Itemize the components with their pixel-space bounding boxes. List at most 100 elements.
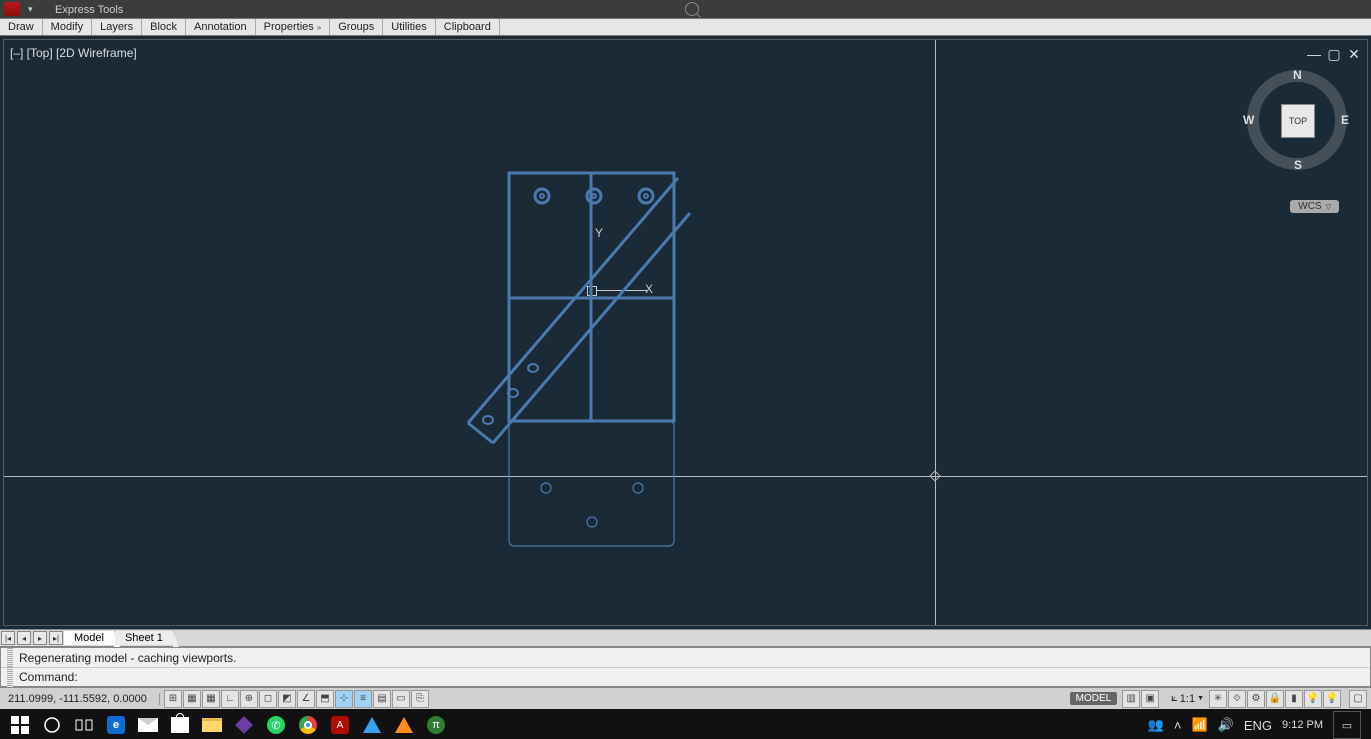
status-toggle-osnap[interactable]: ◻ bbox=[259, 690, 277, 708]
crosshair-vertical bbox=[935, 40, 936, 625]
close-icon[interactable]: ✕ bbox=[1347, 46, 1361, 63]
ribbon-panel-annotation[interactable]: Annotation bbox=[186, 19, 256, 35]
action-center-icon[interactable]: ▭ bbox=[1333, 711, 1361, 739]
layout-nav-next[interactable]: ▸ bbox=[33, 631, 47, 645]
hardware-accel-icon[interactable]: ▮ bbox=[1285, 690, 1303, 708]
taskbar-app-explorer[interactable] bbox=[196, 709, 228, 739]
ribbon-tab-bar: ▾ HomeInsertAnnotateParametricViewManage… bbox=[0, 0, 1371, 18]
toolbar-lock-icon[interactable]: 🔒 bbox=[1266, 690, 1284, 708]
viewcube-east[interactable]: E bbox=[1341, 113, 1349, 127]
status-toggle-polar[interactable]: ⊕ bbox=[240, 690, 258, 708]
taskbar-clock[interactable]: 9:12 PM bbox=[1282, 720, 1323, 731]
annoauto-icon[interactable]: ⟐ bbox=[1228, 690, 1246, 708]
command-input[interactable] bbox=[82, 670, 1364, 684]
ribbon-panel-modify[interactable]: Modify bbox=[43, 19, 92, 35]
status-toggle-dyn[interactable]: ⊹ bbox=[335, 690, 353, 708]
wcs-dropdown[interactable]: WCS ▽ bbox=[1290, 200, 1339, 213]
viewcube[interactable]: TOP N S E W bbox=[1247, 70, 1347, 170]
ribbon-panel-properties[interactable]: Properties» bbox=[256, 19, 331, 35]
ribbon-panel-utilities[interactable]: Utilities bbox=[383, 19, 435, 35]
search-icon[interactable] bbox=[685, 2, 699, 16]
status-toggle-infer[interactable]: ⊞ bbox=[164, 690, 182, 708]
layout-nav-prev[interactable]: ◂ bbox=[17, 631, 31, 645]
panel-expand-icon: » bbox=[317, 23, 321, 32]
windows-taskbar: e ✆ A π 👥 ˄ 📶 🔊 ENG 9:12 PM ▭ bbox=[0, 709, 1371, 739]
workspace-icon[interactable]: ⚙ bbox=[1247, 690, 1265, 708]
ribbon-tab-express-tools[interactable]: Express Tools bbox=[45, 2, 133, 18]
sound-icon[interactable]: 🔊 bbox=[1218, 717, 1234, 733]
viewcube-face-label: TOP bbox=[1289, 116, 1307, 126]
command-prompt-label: Command: bbox=[19, 670, 78, 684]
status-toggle-sc[interactable]: ⎘ bbox=[411, 690, 429, 708]
status-bar: 211.0999, -111.5592, 0.0000 ⊞▦▦∟⊕◻◩∠⬒⊹≡▤… bbox=[0, 687, 1371, 709]
status-toggle-ducs[interactable]: ⬒ bbox=[316, 690, 334, 708]
language-indicator[interactable]: ENG bbox=[1244, 718, 1272, 733]
status-toggle-otrack[interactable]: ∠ bbox=[297, 690, 315, 708]
taskbar-app-chrome[interactable] bbox=[292, 709, 324, 739]
taskbar-app-store[interactable] bbox=[164, 709, 196, 739]
minimize-icon[interactable]: — bbox=[1307, 46, 1321, 63]
wifi-icon[interactable]: 📶 bbox=[1191, 717, 1207, 733]
chevron-down-icon: ▼ bbox=[1197, 695, 1204, 702]
wcs-label: WCS bbox=[1298, 201, 1321, 212]
taskbar-app-edge[interactable]: e bbox=[100, 709, 132, 739]
drawing-viewport[interactable]: [–] [Top] [2D Wireframe] — ▢ ✕ Y X TOP N… bbox=[3, 39, 1368, 626]
isolate-icon[interactable]: 💡 bbox=[1304, 690, 1322, 708]
app-menu-icon[interactable] bbox=[4, 2, 20, 16]
layout-nav-first[interactable]: |◂ bbox=[1, 631, 15, 645]
clean-screen-icon[interactable]: ▢ bbox=[1349, 690, 1367, 708]
viewport-label[interactable]: [–] [Top] [2D Wireframe] bbox=[10, 46, 137, 60]
start-button[interactable] bbox=[4, 709, 36, 739]
layout-tab-bar: |◂ ◂ ▸ ▸| ModelSheet 1 bbox=[0, 629, 1371, 647]
taskbar-app-acrobat[interactable]: A bbox=[324, 709, 356, 739]
quickview-icon[interactable]: ▣ bbox=[1141, 690, 1159, 708]
status-toggle-lwt[interactable]: ≡ bbox=[354, 690, 372, 708]
annotation-scale-label: 1:1 bbox=[1180, 693, 1195, 705]
cortana-button[interactable] bbox=[36, 709, 68, 739]
status-toggle-3dosnap[interactable]: ◩ bbox=[278, 690, 296, 708]
taskbar-app-mail[interactable] bbox=[132, 709, 164, 739]
ribbon-panel-groups[interactable]: Groups bbox=[330, 19, 383, 35]
status-toggle-grid[interactable]: ▦ bbox=[202, 690, 220, 708]
layout-tab-model[interactable]: Model bbox=[64, 631, 115, 645]
qat-dropdown-icon[interactable]: ▾ bbox=[28, 4, 33, 15]
command-drag-handle-2[interactable] bbox=[7, 667, 13, 687]
ribbon-panel-clipboard[interactable]: Clipboard bbox=[436, 19, 500, 35]
layout-nav-last[interactable]: ▸| bbox=[49, 631, 63, 645]
viewcube-face[interactable]: TOP bbox=[1281, 104, 1315, 138]
maximize-icon[interactable]: ▢ bbox=[1327, 46, 1341, 63]
model-layout-icon[interactable]: ▥ bbox=[1122, 690, 1140, 708]
taskbar-app-generic1[interactable] bbox=[356, 709, 388, 739]
layout-tab-sheet-1[interactable]: Sheet 1 bbox=[115, 631, 174, 645]
viewcube-south[interactable]: S bbox=[1294, 158, 1302, 172]
taskview-button[interactable] bbox=[68, 709, 100, 739]
taskbar-app-whatsapp[interactable]: ✆ bbox=[260, 709, 292, 739]
ribbon-panel-bar: DrawModifyLayersBlockAnnotationPropertie… bbox=[0, 18, 1371, 36]
chevron-down-icon: ▽ bbox=[1326, 203, 1331, 211]
status-toggle-snap[interactable]: ▦ bbox=[183, 690, 201, 708]
annotation-scale[interactable]: ⟀ 1:1 ▼ bbox=[1167, 692, 1208, 705]
taskbar-app-pi[interactable]: π bbox=[420, 709, 452, 739]
ribbon-panel-block[interactable]: Block bbox=[142, 19, 186, 35]
status-toggle-tpy[interactable]: ▤ bbox=[373, 690, 391, 708]
status-toggle-ortho[interactable]: ∟ bbox=[221, 690, 239, 708]
annovis-icon[interactable]: ✳ bbox=[1209, 690, 1227, 708]
coordinate-readout[interactable]: 211.0999, -111.5592, 0.0000 bbox=[0, 693, 160, 705]
ribbon-panel-draw[interactable]: Draw bbox=[0, 19, 43, 35]
drawing-geometry bbox=[464, 168, 724, 588]
chevron-up-icon[interactable]: ˄ bbox=[1174, 718, 1182, 733]
command-drag-handle[interactable] bbox=[7, 648, 13, 668]
ribbon-panel-layers[interactable]: Layers bbox=[92, 19, 142, 35]
taskbar-app-generic2[interactable] bbox=[388, 709, 420, 739]
command-history-line: Regenerating model - caching viewports. bbox=[19, 651, 236, 665]
system-tray: 👥 ˄ 📶 🔊 ENG 9:12 PM ▭ bbox=[1148, 711, 1367, 739]
isolate-icon-2[interactable]: 💡 bbox=[1323, 690, 1341, 708]
taskbar-app-vs[interactable] bbox=[228, 709, 260, 739]
status-toggle-qp[interactable]: ▭ bbox=[392, 690, 410, 708]
viewcube-north[interactable]: N bbox=[1293, 68, 1302, 82]
viewcube-west[interactable]: W bbox=[1243, 113, 1254, 127]
modelspace-toggle[interactable]: MODEL bbox=[1070, 692, 1118, 705]
viewport-window-controls: — ▢ ✕ bbox=[1307, 46, 1361, 63]
scale-ruler-icon: ⟀ bbox=[1171, 692, 1178, 705]
people-icon[interactable]: 👥 bbox=[1148, 717, 1164, 733]
